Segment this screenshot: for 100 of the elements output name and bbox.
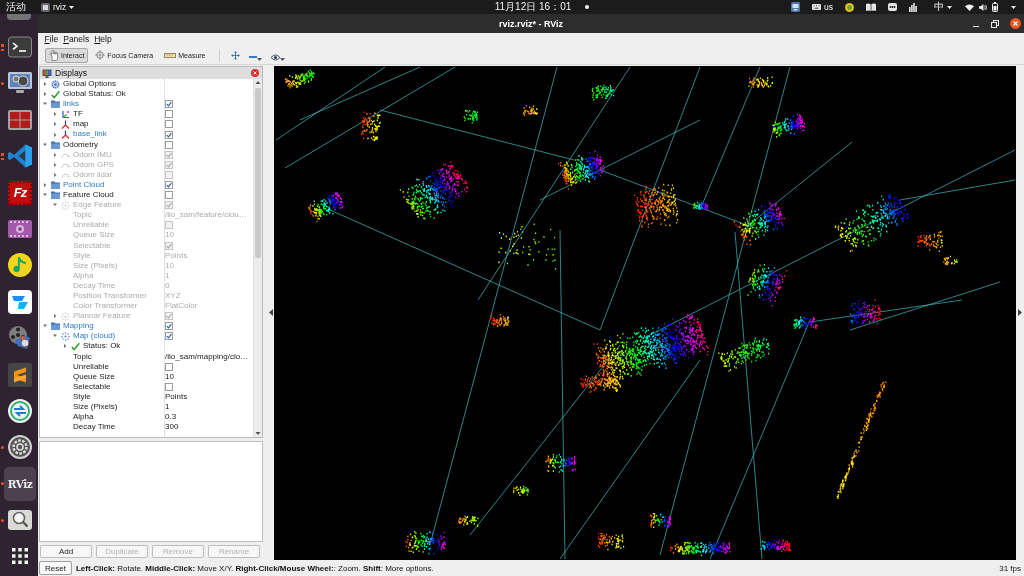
checkbox[interactable] [165,191,173,200]
arrows-circle-icon [7,397,33,424]
clock-button[interactable]: 11月12日 16：01 [494,0,572,14]
coin-icon[interactable] [845,2,854,12]
menu-item[interactable]: Panels [60,33,92,46]
property-value: 10 [165,260,174,271]
caret-icon[interactable] [52,334,57,339]
property-label: Topic [73,210,92,221]
caret-icon[interactable] [42,92,47,97]
book-icon[interactable] [866,3,876,11]
tree-item-label[interactable]: Point Cloud [63,179,105,191]
keyboard-icon [812,4,821,10]
settings-icon [7,434,33,461]
app-tile-icon [7,288,33,315]
checkbox[interactable] [165,130,173,139]
checkbox[interactable] [165,181,173,189]
maximize-icon[interactable] [991,19,999,28]
reset-button[interactable]: Reset [39,561,72,575]
property-label: Decay Time [73,280,116,291]
checkbox[interactable] [165,140,173,149]
property-value: 1 [165,402,170,413]
caret-icon[interactable] [42,102,47,107]
caret-icon[interactable] [62,344,67,349]
ruler-icon [164,52,177,58]
property-label: Queue Size [73,371,115,382]
tree-item-label[interactable]: Status: Ok [83,341,121,352]
property-value: 10 [165,371,174,382]
axes-icon [61,119,70,129]
caret-icon[interactable] [42,193,47,198]
app-menu-button[interactable]: rviz [41,0,75,14]
point-cloud-drawing[interactable] [274,66,1016,560]
curve-icon [61,160,70,169]
caret-right-icon[interactable] [1018,309,1022,316]
display-icon[interactable] [791,2,800,12]
property-label: Alpha [73,412,94,423]
panel-button[interactable]: Add [40,545,92,558]
property-label: Size (Pixels) [73,260,118,271]
property-label: Selectable [73,381,111,392]
gear-icon [51,79,60,89]
wifi-icon [965,3,974,11]
checkbox[interactable] [165,362,173,371]
property-label: Decay Time [73,422,116,433]
folder-icon [51,181,60,189]
scrollbar[interactable] [253,79,262,437]
menu-item[interactable]: File [42,33,61,46]
tree-item-label[interactable]: base_link [73,129,107,140]
caret-icon[interactable] [42,324,47,329]
move-icon[interactable] [230,50,240,60]
property-label: Position Transformer [73,290,147,302]
tree-item-label[interactable]: Mapping [63,321,94,332]
system-menu-button[interactable] [965,0,1016,14]
tree-item-label[interactable]: Map (cloud) [73,331,116,342]
message-icon[interactable] [888,3,897,11]
tree-item-label[interactable]: Global Status: Ok [63,89,126,100]
tree-item-label[interactable]: map [73,119,89,130]
property-label: Color Transformer [73,301,138,312]
tree-item-label[interactable]: Feature Cloud [63,190,114,201]
property-value: 10 [165,230,174,241]
scroll-down-icon[interactable] [254,430,262,437]
caret-icon [1011,5,1016,9]
property-value: 300 [165,422,179,433]
dock-item[interactable]: RViz [4,466,36,501]
checkbox[interactable] [165,120,173,129]
battery-icon [992,2,998,12]
tree-item-label[interactable]: Global Options [63,79,116,90]
notification-dot-icon [585,5,590,9]
caret-icon [279,57,285,61]
checkbox[interactable] [165,332,173,341]
caret-icon[interactable] [52,122,57,127]
keyboard-layout-button[interactable]: us [812,0,833,14]
caret-icon[interactable] [52,112,57,117]
checkbox[interactable] [165,110,173,119]
folder-icon [51,100,60,109]
bar-chart-icon[interactable] [909,2,917,12]
checkbox[interactable] [165,322,173,331]
curve-icon [61,150,70,159]
property-label: Alpha [73,270,94,281]
caret-icon[interactable] [52,132,57,137]
tree-item-label[interactable]: links [63,99,79,110]
checkbox[interactable] [165,382,173,391]
scrollbar-thumb[interactable] [255,88,261,258]
curve-icon [61,170,70,179]
close-icon[interactable] [1010,18,1021,29]
property-label: Unreliable [73,361,110,372]
folder-icon [51,191,60,200]
ribbon-icon [7,143,33,170]
property-value: 0.3 [165,412,177,423]
menu-item[interactable]: Help [91,33,115,46]
caret-icon[interactable] [42,142,47,147]
property-label: Topic [73,351,92,362]
input-method-button[interactable]: 中 [934,0,952,14]
tree-item-label[interactable]: TF [73,109,83,120]
caret-icon[interactable] [42,82,47,87]
activities-button[interactable]: 活动 [6,0,26,14]
dot-burst-icon [61,331,70,341]
checkbox[interactable] [165,100,173,109]
crosshair-icon [95,50,106,60]
check-icon [71,342,80,351]
stripes-tile-icon [7,361,33,388]
tree-item-label[interactable]: Odometry [63,139,99,150]
